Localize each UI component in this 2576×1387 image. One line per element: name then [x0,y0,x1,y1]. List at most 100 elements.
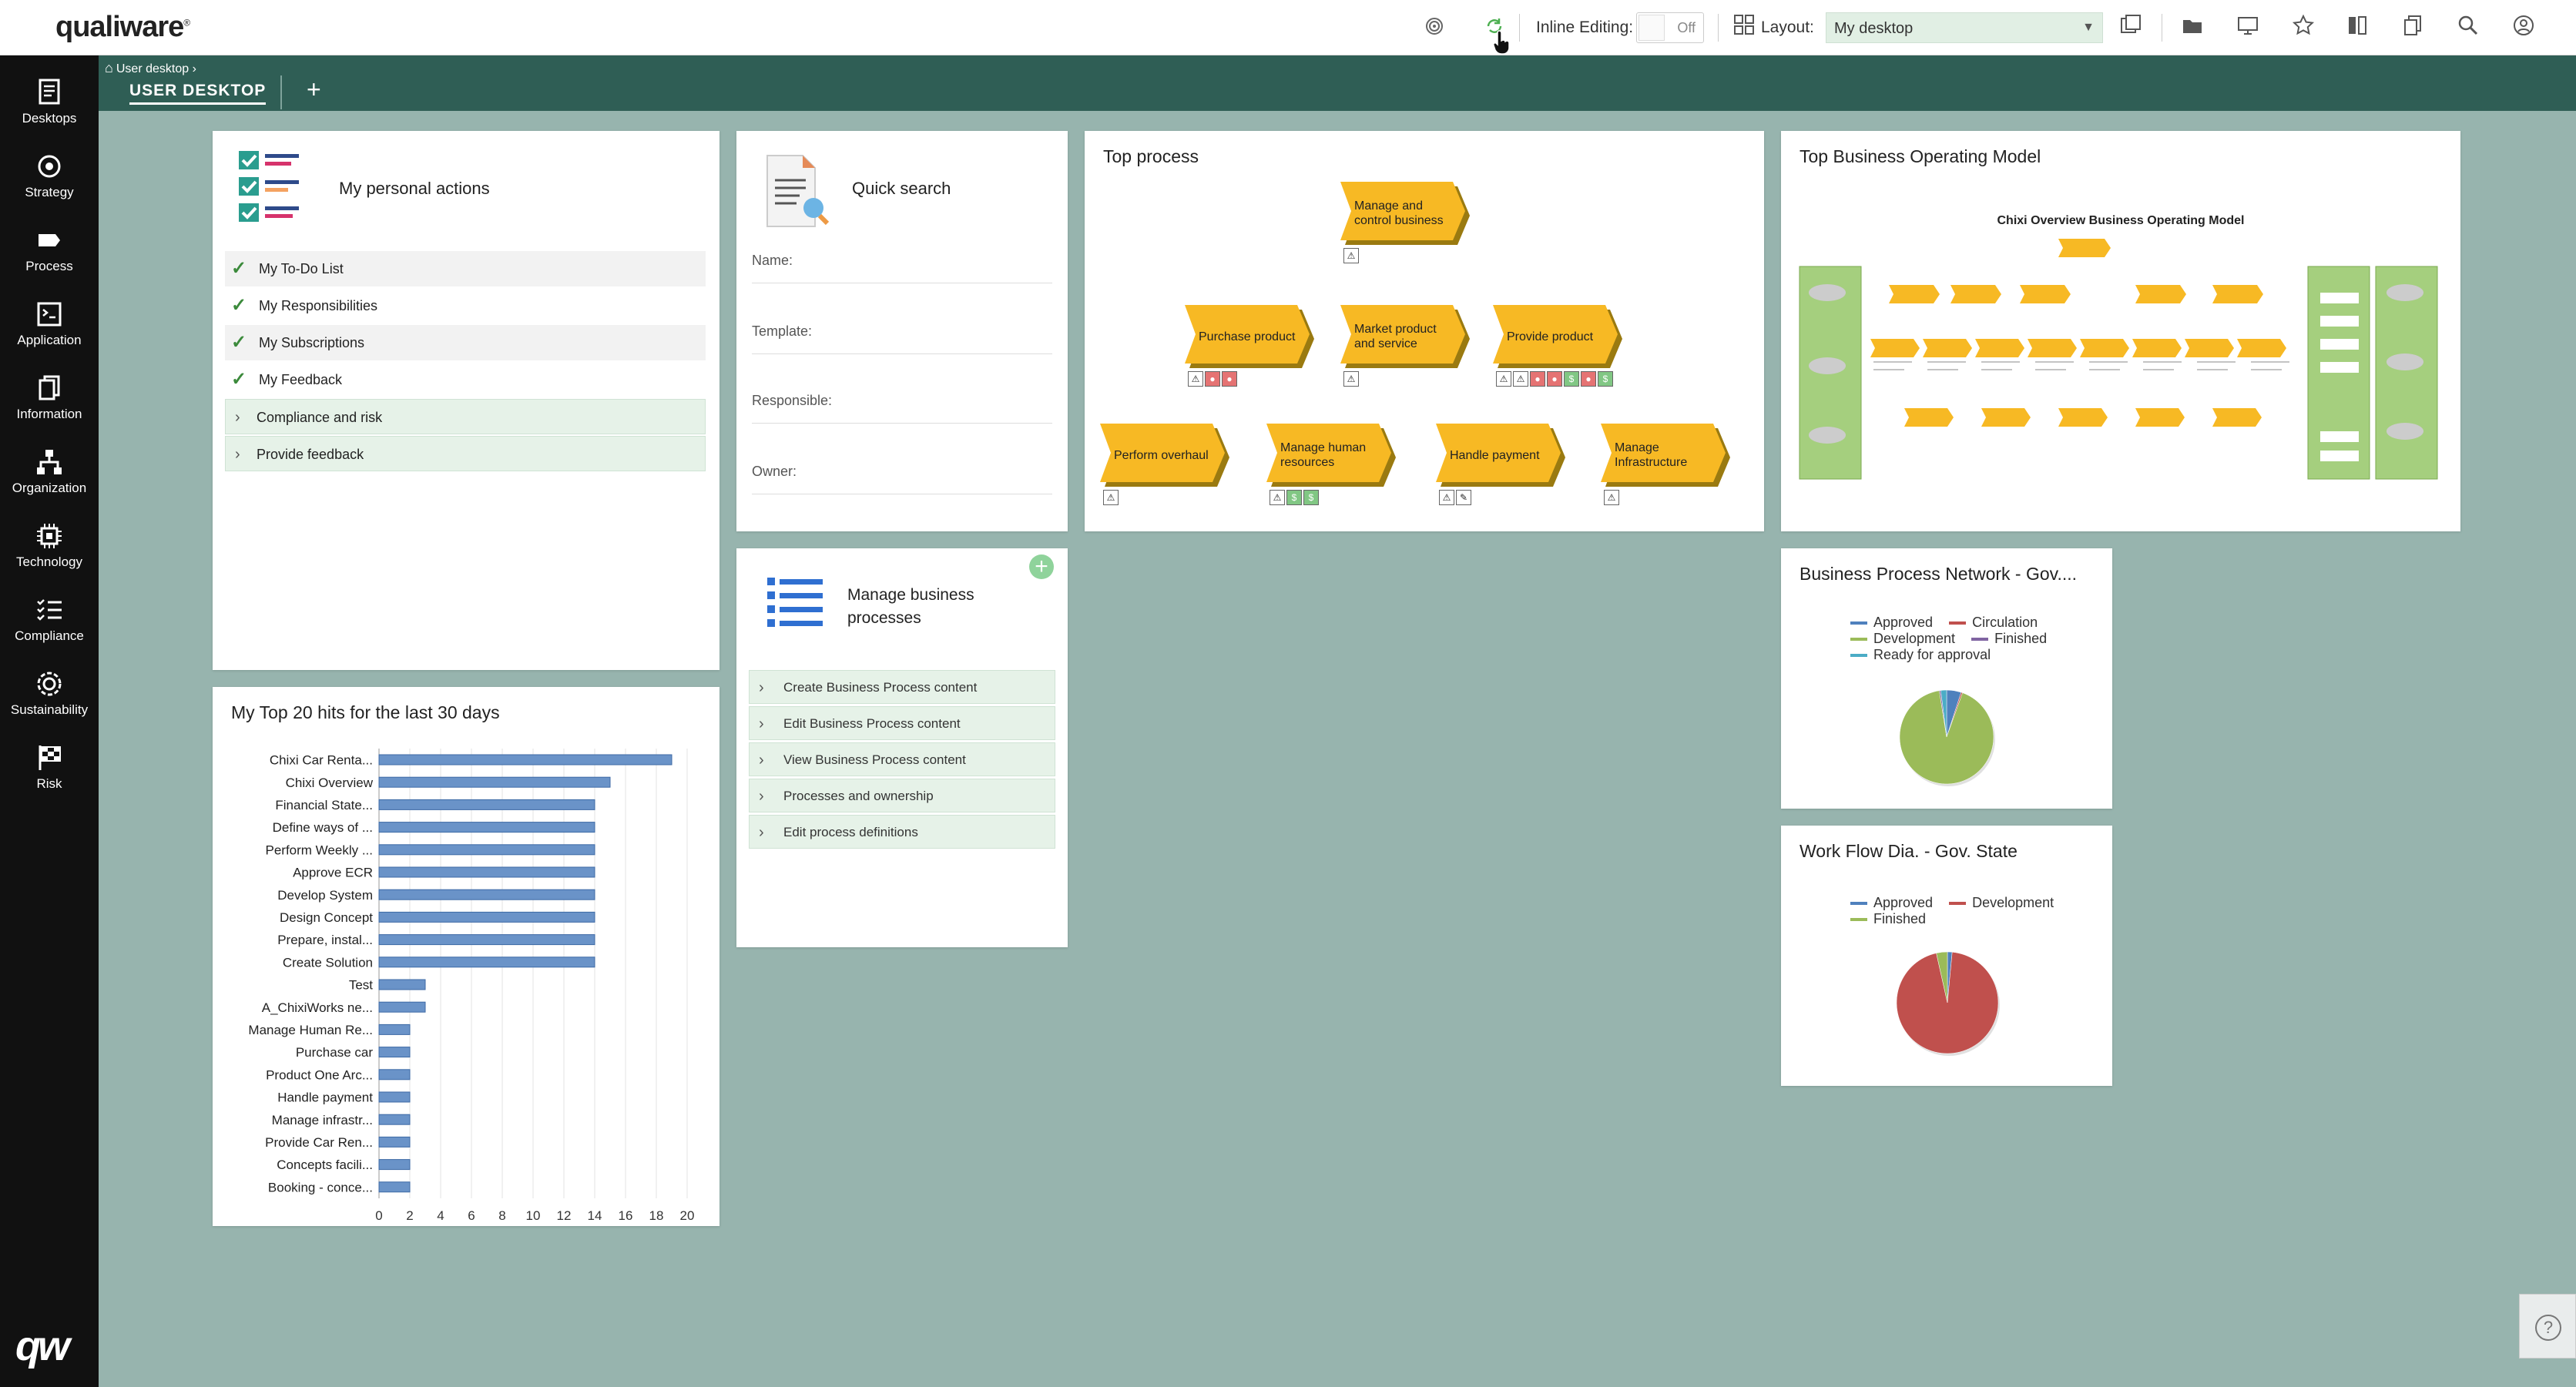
search-icon[interactable] [2454,14,2482,42]
category-label: Prepare, instal... [277,933,373,947]
process-manage-human-resources[interactable]: Manage human resources ⚠ $ $ [1266,424,1399,505]
bar[interactable] [378,979,426,990]
user-account-icon[interactable] [2510,14,2537,42]
process-market-product[interactable]: Market product and service ⚠ [1340,305,1473,387]
wfd-pie-chart[interactable] [1893,949,2001,1057]
name-field[interactable]: Name: [752,253,1052,283]
x-tick-label: 16 [619,1208,633,1223]
list-item-todo[interactable]: ✓ My To-Do List [225,251,706,286]
layout-select[interactable]: My desktop ▼ [1826,12,2103,43]
star-icon[interactable] [2289,14,2317,42]
bar[interactable] [378,822,595,833]
category-label: Provide Car Ren... [265,1135,373,1150]
sidebar-item-sustainability[interactable]: Sustainability [0,662,99,733]
manage-layouts-icon[interactable] [2117,14,2145,42]
bar[interactable] [378,1069,411,1080]
fingerprint-icon[interactable] [1420,14,1448,42]
group-compliance-risk[interactable]: › Compliance and risk [225,399,706,434]
bar[interactable] [378,1047,411,1058]
field-label: Responsible: [752,393,833,408]
sidebar-item-process[interactable]: Process [0,219,99,290]
list-item-edit-definitions[interactable]: › Edit process definitions [749,815,1055,849]
legend-item: Finished [1850,911,1926,927]
bar[interactable] [378,799,595,810]
category-label: Manage infrastr... [272,1113,373,1127]
checklist-icon [237,149,307,230]
help-button[interactable]: ? [2519,1294,2576,1359]
add-button[interactable]: + [1029,554,1054,579]
sidebar-item-compliance[interactable]: Compliance [0,588,99,659]
chevron-right-icon: › [759,788,764,805]
category-label: Concepts facili... [277,1158,373,1172]
bar[interactable] [378,844,595,856]
bar[interactable] [378,1159,411,1171]
group-provide-feedback[interactable]: › Provide feedback [225,436,706,471]
list-item-edit-content[interactable]: › Edit Business Process content [749,706,1055,740]
question-icon: ? [2535,1315,2561,1341]
bar[interactable] [378,911,595,923]
bar[interactable] [378,1114,411,1125]
responsible-field[interactable]: Responsible: [752,393,1052,424]
documents-icon[interactable] [2399,14,2427,42]
bpn-title: Business Process Network - Gov.... [1800,564,2078,584]
label-line: Purchase product [1199,330,1296,343]
sidebar-item-desktops[interactable]: Desktops [0,71,99,142]
sidebar-item-label: Technology [15,554,82,569]
tab-divider [280,75,282,109]
process-label: Manage human resources [1280,424,1382,487]
list-item-responsibilities[interactable]: ✓ My Responsibilities [225,288,706,323]
bpn-pie-chart[interactable] [1897,687,1997,787]
title-line: Manage business [847,586,974,604]
list-item-ownership[interactable]: › Processes and ownership [749,779,1055,812]
process-manage-infrastructure[interactable]: Manage Infrastructure ⚠ [1601,424,1733,505]
bom-diagram[interactable] [1796,239,2451,501]
bar[interactable] [378,866,595,878]
sidebar-item-technology[interactable]: Technology [0,514,99,585]
sidebar-item-application[interactable]: Application [0,293,99,364]
legend-swatch [1949,621,1967,625]
risk-badge-icon: ● [1222,371,1237,387]
bar[interactable] [378,1136,411,1147]
bar[interactable] [378,776,611,788]
top-hits-bar-chart[interactable]: 0 2 4 6 8 10 12 14 16 18 20 Chixi Car Renta... Chixi… [213,733,719,1226]
category-label: Approve ECR [293,866,373,880]
sidebar-item-strategy[interactable]: Strategy [0,145,99,216]
monitor-icon[interactable] [2234,14,2262,42]
bar[interactable] [378,1001,426,1013]
bar[interactable] [378,754,673,766]
add-tab-button[interactable]: + [307,75,321,104]
layout-value: My desktop [1834,20,1914,37]
bar[interactable] [378,1091,411,1103]
process-purchase-product[interactable]: Purchase product ⚠ ● ● [1185,305,1317,387]
list-item-view-content[interactable]: › View Business Process content [749,742,1055,776]
process-provide-product[interactable]: Provide product ⚠ ⚠ ● ● $ ● $ [1493,305,1625,387]
label-line: control business [1354,214,1444,227]
qualiware-logo[interactable]: qualiware® [55,11,190,44]
list-item-create-content[interactable]: › Create Business Process content [749,670,1055,704]
folder-icon[interactable] [2179,14,2206,42]
bar[interactable] [378,1181,411,1193]
breadcrumb[interactable]: ⌂ User desktop › [105,60,196,76]
list-item-subscriptions[interactable]: ✓ My Subscriptions [225,325,706,360]
compare-icon[interactable] [2343,14,2371,42]
sidebar-item-organization[interactable]: Organization [0,441,99,511]
bar[interactable] [378,1023,411,1035]
legend-swatch [1949,902,1967,906]
process-badges: ⚠ ⚠ ● ● $ ● $ [1496,371,1613,387]
inline-editing-toggle[interactable]: Off [1636,12,1704,43]
process-badges: ⚠ ✎ [1439,490,1471,505]
sidebar-item-label: Application [17,333,82,347]
template-field[interactable]: Template: [752,323,1052,354]
risk-badge-icon: ● [1205,371,1220,387]
list-item-feedback[interactable]: ✓ My Feedback [225,362,706,397]
bar[interactable] [378,889,595,900]
process-manage-control[interactable]: Manage and control business ⚠ [1340,182,1473,263]
owner-field[interactable]: Owner: [752,464,1052,494]
process-handle-payment[interactable]: Handle payment ⚠ ✎ [1436,424,1568,505]
sidebar-item-information[interactable]: Information [0,367,99,437]
tab-user-desktop[interactable]: USER DESKTOP [129,82,267,105]
sidebar-item-risk[interactable]: Risk [0,736,99,807]
bar[interactable] [378,934,595,946]
bar[interactable] [378,956,595,968]
process-perform-overhaul[interactable]: Perform overhaul ⚠ [1100,424,1233,505]
